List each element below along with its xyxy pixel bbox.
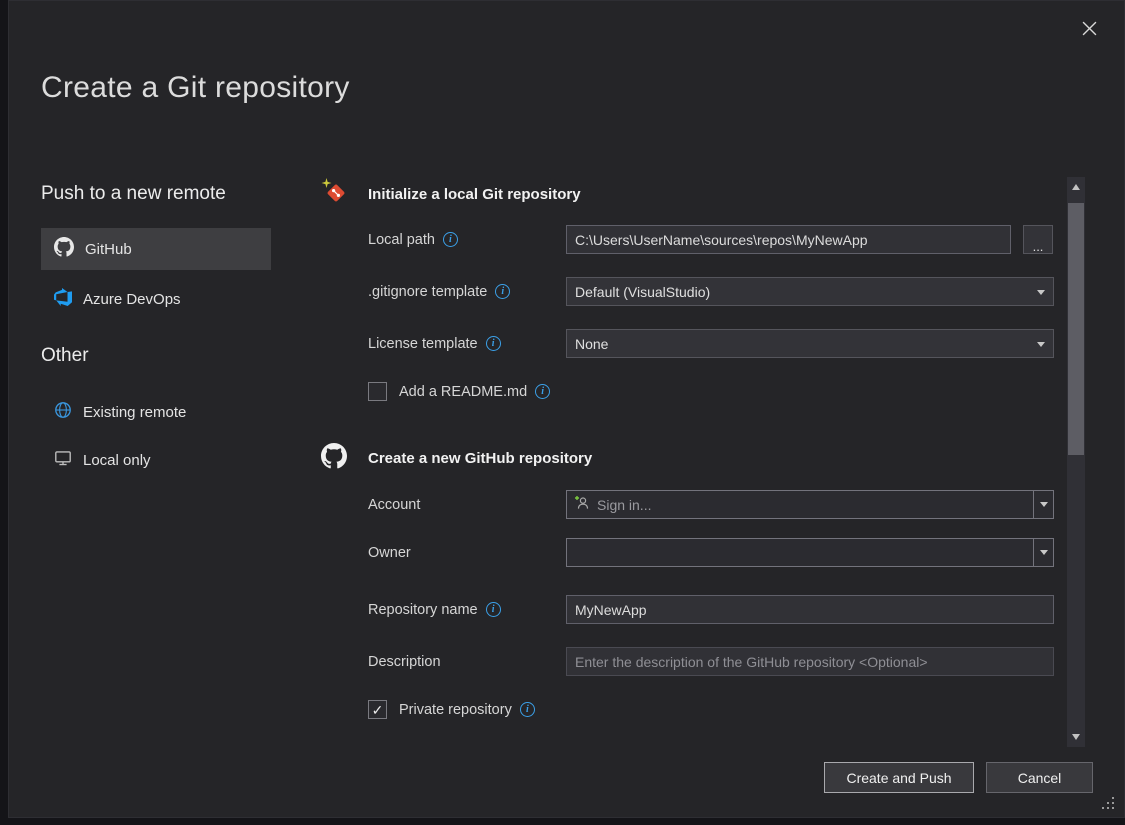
azure-devops-icon [54, 288, 72, 310]
gitignore-value: Default (VisualStudio) [575, 284, 710, 300]
repo-name-label-row: Repository name i [368, 595, 501, 624]
cancel-button[interactable]: Cancel [986, 762, 1093, 793]
info-icon[interactable]: i [486, 602, 501, 617]
github-icon [321, 443, 347, 474]
sidebar-item-local-only[interactable]: Local only [41, 441, 271, 479]
info-icon[interactable]: i [520, 702, 535, 717]
close-icon [1082, 21, 1097, 41]
sidebar-item-label: GitHub [85, 241, 132, 258]
sidebar-header-push: Push to a new remote [41, 183, 226, 205]
owner-dropdown-button[interactable] [1033, 539, 1053, 566]
owner-label-row: Owner [368, 538, 411, 567]
page-title: Create a Git repository [41, 71, 350, 105]
sidebar-item-existing-remote[interactable]: Existing remote [41, 393, 271, 431]
account-combo[interactable]: Sign in... [566, 490, 1054, 519]
description-label: Description [368, 654, 441, 670]
checkmark-icon: ✓ [372, 703, 384, 717]
computer-icon [54, 449, 72, 471]
sidebar-item-label: Local only [83, 452, 151, 469]
description-label-row: Description [368, 647, 441, 676]
license-label-row: License template i [368, 329, 501, 358]
private-checkbox[interactable]: ✓ [368, 700, 387, 719]
sidebar-header-other: Other [41, 345, 89, 367]
scroll-down-icon [1072, 734, 1080, 740]
sidebar-item-label: Azure DevOps [83, 291, 181, 308]
close-button[interactable] [1074, 16, 1104, 46]
resize-grip[interactable] [1102, 797, 1115, 810]
owner-combo[interactable] [566, 538, 1054, 567]
browse-button[interactable]: ... [1023, 225, 1053, 254]
chevron-down-icon [1037, 342, 1045, 347]
create-and-push-button[interactable]: Create and Push [824, 762, 974, 793]
readme-label: Add a README.md [399, 384, 527, 400]
account-label: Account [368, 497, 420, 513]
scrollbar-thumb[interactable] [1068, 203, 1084, 455]
github-icon [54, 237, 74, 261]
scroll-up-icon [1072, 184, 1080, 190]
license-value: None [575, 336, 608, 352]
local-path-input[interactable] [566, 225, 1011, 254]
account-label-row: Account [368, 490, 420, 519]
license-label: License template [368, 336, 478, 352]
scroll-down-button[interactable] [1067, 729, 1085, 745]
owner-label: Owner [368, 545, 411, 561]
info-icon[interactable]: i [486, 336, 501, 351]
repo-name-input[interactable] [566, 595, 1054, 624]
info-icon[interactable]: i [443, 232, 458, 247]
chevron-down-icon [1040, 502, 1048, 507]
local-path-label-row: Local path i [368, 225, 458, 254]
gitignore-label: .gitignore template [368, 284, 487, 300]
create-git-repository-dialog: Create a Git repository Push to a new re… [8, 0, 1125, 818]
new-repository-icon [321, 178, 348, 210]
github-section-title: Create a new GitHub repository [368, 450, 592, 467]
repo-name-label: Repository name [368, 602, 478, 618]
account-value: Sign in... [597, 497, 651, 513]
gitignore-dropdown[interactable]: Default (VisualStudio) [566, 277, 1054, 306]
scroll-up-button[interactable] [1067, 179, 1085, 195]
vertical-scrollbar[interactable] [1067, 177, 1085, 747]
chevron-down-icon [1037, 290, 1045, 295]
chevron-down-icon [1040, 550, 1048, 555]
account-dropdown-button[interactable] [1033, 491, 1053, 518]
gitignore-label-row: .gitignore template i [368, 277, 510, 306]
readme-checkbox[interactable] [368, 382, 387, 401]
readme-label-row: Add a README.md i [399, 382, 550, 401]
globe-icon [54, 401, 72, 423]
info-icon[interactable]: i [495, 284, 510, 299]
init-section-title: Initialize a local Git repository [368, 186, 581, 203]
sidebar-item-label: Existing remote [83, 404, 186, 421]
license-dropdown[interactable]: None [566, 329, 1054, 358]
info-icon[interactable]: i [535, 384, 550, 399]
private-label: Private repository [399, 702, 512, 718]
private-label-row: Private repository i [399, 700, 535, 719]
description-input[interactable] [566, 647, 1054, 676]
sidebar-item-azure-devops[interactable]: Azure DevOps [41, 278, 271, 320]
local-path-label: Local path [368, 232, 435, 248]
sidebar-item-github[interactable]: GitHub [41, 228, 271, 270]
sign-in-user-icon [574, 495, 590, 514]
